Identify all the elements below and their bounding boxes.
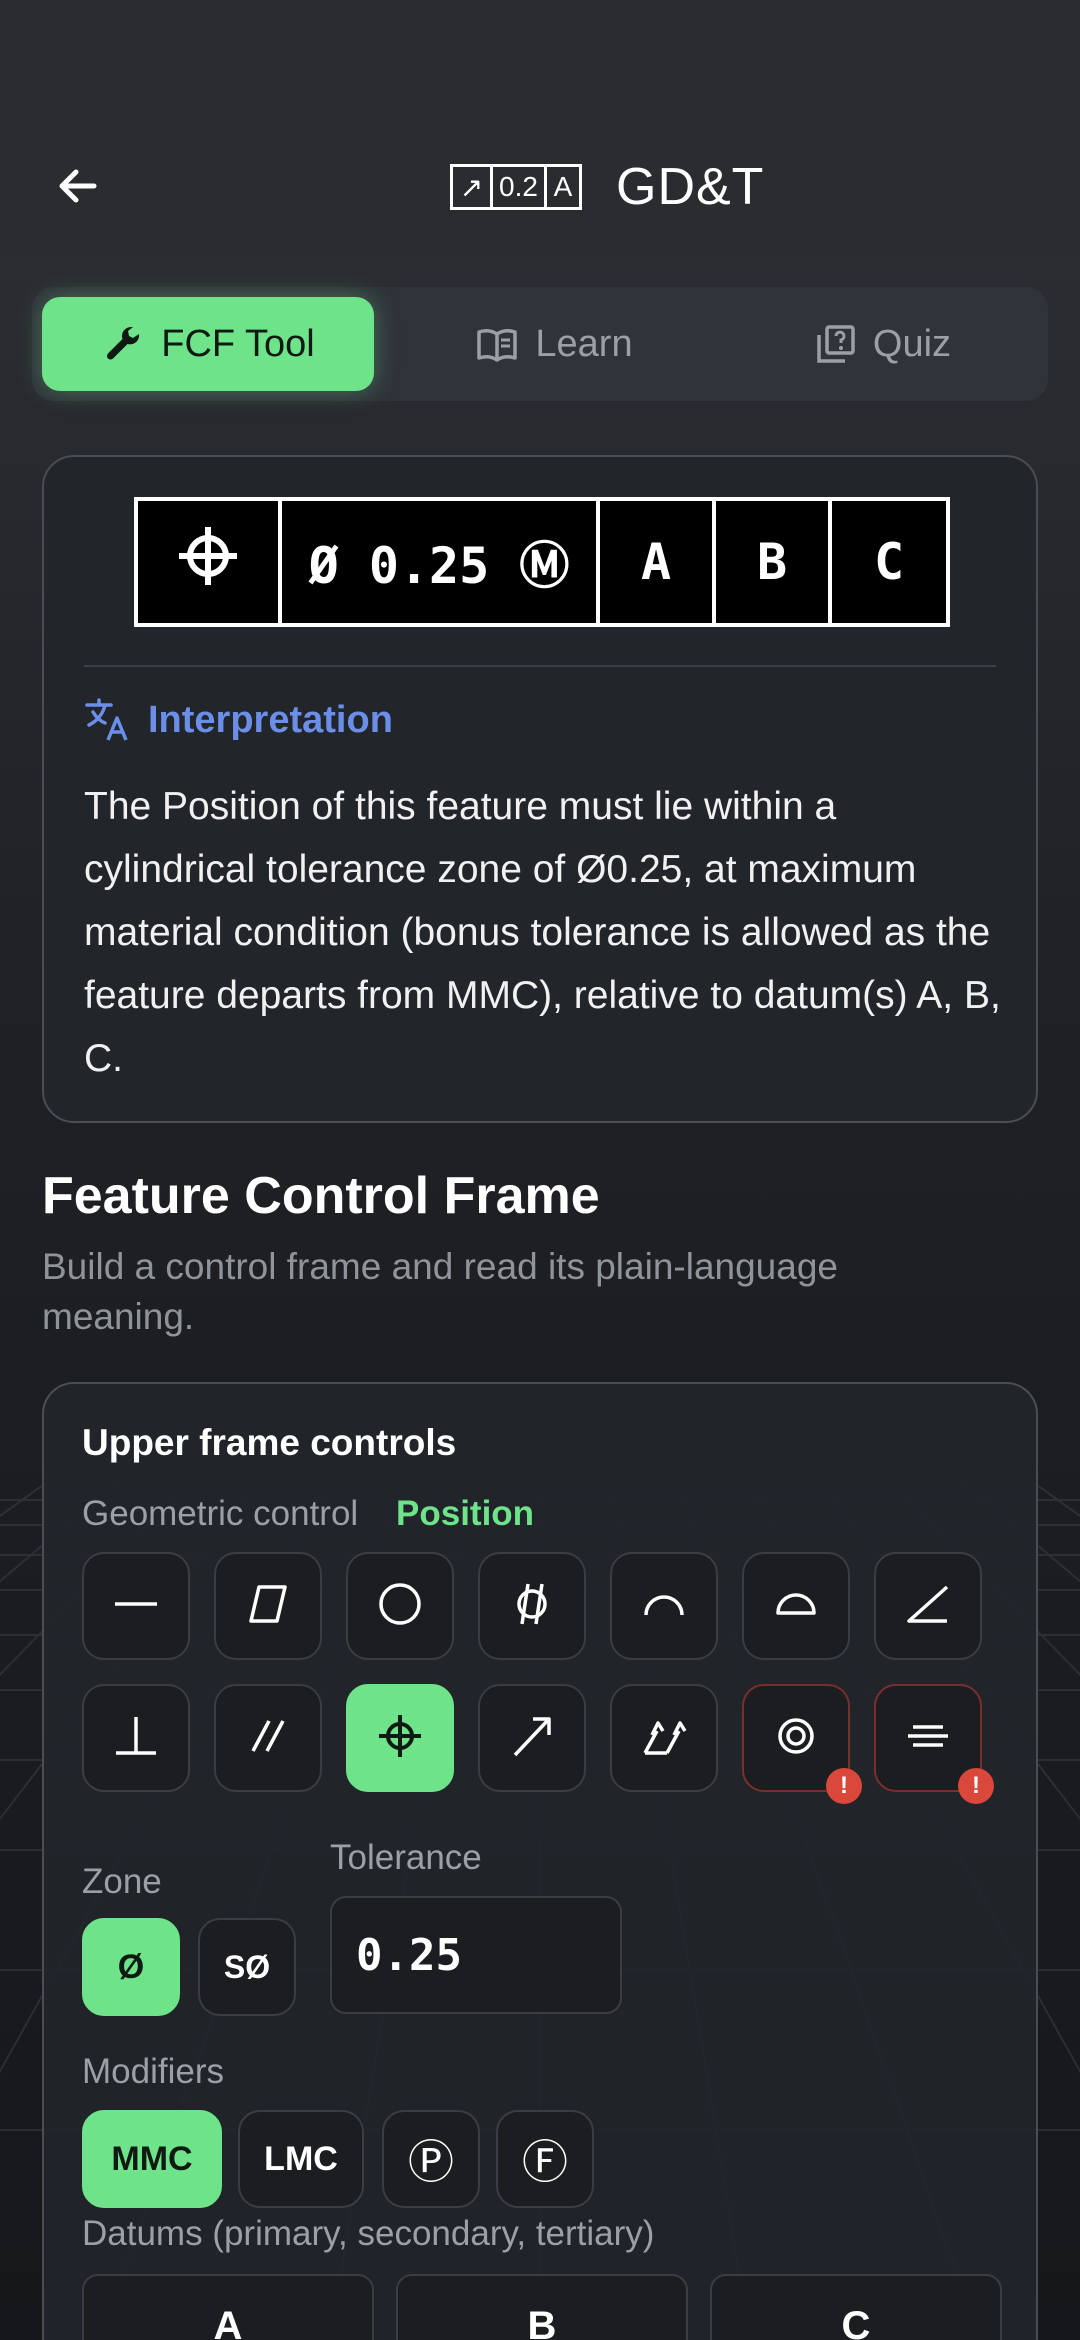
cylindricity-icon [507,1579,557,1634]
app-title-group: ↗ 0.2 A GD&T [450,152,764,222]
circular-runout-button[interactable] [478,1684,586,1792]
modifier-free-state-button[interactable]: Ⓕ [496,2110,594,2208]
geometric-control-value: Position [396,1494,535,1533]
perpendicularity-icon [111,1711,161,1766]
profile-line-icon [639,1579,689,1634]
translate-icon [84,697,132,743]
datums-label: Datums (primary, secondary, tertiary) [82,2214,655,2253]
warning-badge: ! [826,1768,862,1804]
modifier-lmc-button[interactable]: LMC [238,2110,364,2208]
wrench-icon [101,322,145,366]
circularity-icon [375,1579,425,1634]
tab-bar: FCF Tool Learn Quiz [32,287,1048,401]
quiz-icon [815,323,857,365]
tab-learn[interactable]: Learn [394,297,714,391]
tab-fcf-tool[interactable]: FCF Tool [42,297,374,391]
fcf-logo: ↗ 0.2 A [450,164,582,210]
datum-secondary-field[interactable]: B [396,2274,688,2340]
logo-datum-cell: A [553,171,573,202]
tab-quiz[interactable]: Quiz [728,297,1038,391]
tab-label: Quiz [872,322,952,365]
arrow-left-icon [54,162,102,215]
logo-tolerance-cell: 0.2 [493,167,547,207]
parallelism-icon [243,1711,293,1766]
cylindricity-button[interactable] [478,1552,586,1660]
fcf-datum-a-cell: A [600,501,716,623]
position-icon [375,1711,425,1766]
total-runout-icon [639,1711,689,1766]
circular-runout-icon [507,1711,557,1766]
tab-label: Learn [535,322,633,365]
fcf-preview-card: Ø 0.25 Ⓜ A B C Interpretation The Positi… [42,455,1038,1123]
interpretation-title: Interpretation [148,698,393,741]
symmetry-button[interactable]: ! [874,1684,994,1804]
profile-surface-button[interactable] [742,1552,850,1660]
zone-diameter-button[interactable]: Ø [82,1918,180,2016]
controls-title: Upper frame controls [82,1422,457,1463]
flatness-button[interactable] [214,1552,322,1660]
geometric-control-label: Geometric control [82,1494,359,1533]
position-button[interactable] [346,1684,454,1792]
book-icon [475,324,519,364]
modifiers-label: Modifiers [82,2052,224,2091]
modifier-mmc-button[interactable]: MMC [82,2110,222,2208]
app-title: GD&T [616,158,765,216]
circularity-button[interactable] [346,1552,454,1660]
interpretation-text: The Position of this feature must lie wi… [84,785,1001,1080]
tolerance-input[interactable]: 0.25 [330,1896,622,2014]
fcf-datum-b-cell: B [716,501,832,623]
angularity-button[interactable] [874,1552,982,1660]
position-icon [177,525,239,599]
tab-label: FCF Tool [161,322,315,365]
straightness-icon [111,1579,161,1634]
zone-label: Zone [82,1862,162,1901]
logo-arrow-cell: ↗ [453,167,493,207]
straightness-button[interactable] [82,1552,190,1660]
fcf-datum-c-cell: C [873,533,905,591]
concentricity-icon [771,1711,821,1766]
fcf-symbol-cell [138,501,282,623]
concentricity-button[interactable]: ! [742,1684,862,1804]
section-subtitle: Build a control frame and read its plain… [42,1246,838,1337]
symmetry-icon [903,1711,953,1766]
perpendicularity-button[interactable] [82,1684,190,1792]
profile-surface-icon [771,1579,821,1634]
parallelism-button[interactable] [214,1684,322,1792]
back-button[interactable] [40,150,116,226]
tolerance-label: Tolerance [330,1838,482,1877]
divider [84,665,996,667]
status-bar [0,0,1080,120]
zone-spherical-diameter-button[interactable]: SØ [198,1918,296,2016]
datum-tertiary-field[interactable]: C [710,2274,1002,2340]
modifier-projected-button[interactable]: Ⓟ [382,2110,480,2208]
upper-frame-controls-card: Upper frame controls Geometric control P… [42,1382,1038,2340]
flatness-icon [243,1579,293,1634]
app-bar: ↗ 0.2 A GD&T [0,120,1080,255]
interpretation-heading: Interpretation [84,697,393,743]
warning-badge: ! [958,1768,994,1804]
angularity-icon [903,1579,953,1634]
profile-line-button[interactable] [610,1552,718,1660]
section-title: Feature Control Frame [42,1167,600,1225]
datum-primary-field[interactable]: A [82,2274,374,2340]
feature-control-frame: Ø 0.25 Ⓜ A B C [134,497,950,627]
fcf-tolerance-cell: Ø 0.25 Ⓜ [282,501,600,623]
total-runout-button[interactable] [610,1684,718,1792]
